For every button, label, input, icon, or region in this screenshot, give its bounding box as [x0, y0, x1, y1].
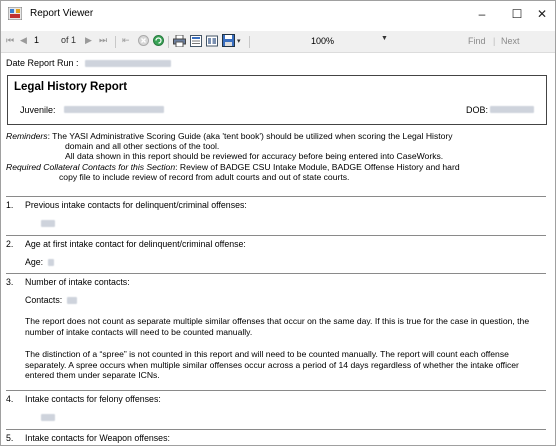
date-report-run-label: Date Report Run : — [6, 58, 79, 68]
reminders-section: Reminders: The YASI Administrative Scori… — [6, 131, 546, 182]
section-divider — [6, 273, 546, 274]
section-divider — [6, 429, 546, 430]
print-icon[interactable] — [173, 35, 186, 47]
zoom-select[interactable]: 100% — [309, 34, 389, 49]
collateral-contacts-text-1: : Review of BADGE CSU Intake Module, BAD… — [175, 161, 460, 172]
next-page-icon[interactable]: ▶ — [85, 35, 92, 46]
toolbar-divider — [115, 36, 116, 48]
print-layout-icon[interactable] — [190, 35, 202, 47]
zoom-dropdown-icon[interactable]: ▼ — [381, 35, 388, 42]
reminders-label: Reminders — [6, 131, 48, 141]
export-save-icon[interactable] — [222, 34, 235, 47]
item-question: Number of intake contacts: — [25, 277, 130, 287]
item-question: Intake contacts for felony offenses: — [25, 394, 161, 404]
redacted-date-value — [85, 60, 172, 68]
title-bar: Report Viewer – ☐ ✕ — [1, 1, 555, 27]
stop-icon[interactable] — [138, 35, 149, 46]
spree-note: The distinction of a “spree” is not coun… — [25, 349, 519, 381]
item-number: 5. — [6, 433, 14, 443]
export-dropdown-icon[interactable]: ▾ — [237, 37, 241, 45]
report-title: Legal History Report — [14, 81, 128, 93]
redacted-answer — [41, 414, 55, 421]
redacted-age — [48, 259, 54, 266]
reminders-text-1: : The YASI Administrative Scoring Guide … — [47, 131, 453, 141]
window-title: Report Viewer — [30, 8, 94, 19]
item-number: 3. — [6, 277, 14, 287]
dob-label: DOB: — [466, 105, 489, 115]
section-divider — [6, 196, 546, 197]
page-setup-icon[interactable] — [206, 35, 218, 47]
contacts-label: Contacts: — [25, 295, 63, 305]
item-question: Intake contacts for Weapon offenses: — [25, 433, 170, 443]
collateral-contacts-label: Required Collateral Contacts for this Se… — [6, 161, 176, 172]
reminders-text-3: All data shown in this report should be … — [65, 151, 444, 162]
toolbar-divider — [168, 36, 169, 48]
current-page-input[interactable]: 1 — [34, 35, 64, 45]
item-number: 4. — [6, 394, 14, 404]
collateral-contacts-text-2: copy file to include review of record fr… — [59, 171, 350, 182]
item-number: 1. — [6, 200, 14, 210]
item-question: Previous intake contacts for delinquent/… — [25, 200, 247, 210]
section-divider — [6, 235, 546, 236]
redacted-juvenile-name — [64, 106, 164, 113]
redacted-answer — [41, 220, 55, 227]
item-question: Age at first intake contact for delinque… — [25, 239, 246, 249]
date-report-run: Date Report Run : — [6, 58, 172, 68]
section-divider — [6, 390, 546, 391]
report-viewer-window: Report Viewer – ☐ ✕ ⏮ ◀ 1 of 1 ▶ ⏭ ⇤ ▾ 1… — [0, 0, 556, 446]
last-page-icon[interactable]: ⏭ — [99, 35, 107, 46]
first-page-icon[interactable]: ⏮ — [6, 35, 14, 46]
toolbar-divider — [249, 36, 250, 48]
report-toolbar: ⏮ ◀ 1 of 1 ▶ ⏭ ⇤ ▾ 100% ▼ Find | Next — [1, 31, 555, 53]
page-count-label: of 1 — [61, 35, 77, 45]
redacted-contacts — [67, 297, 77, 304]
report-page: Date Report Run : Legal History Report J… — [1, 54, 555, 445]
age-label: Age: — [25, 257, 44, 267]
juvenile-label: Juvenile: — [20, 105, 56, 115]
item-number: 2. — [6, 239, 14, 249]
report-header-box: Legal History Report Juvenile: DOB: — [7, 75, 547, 125]
back-icon[interactable]: ⇤ — [122, 35, 130, 46]
redacted-dob — [490, 106, 534, 113]
reminders-text-2: domain and all other sections of the too… — [65, 141, 220, 152]
minimize-button[interactable]: – — [465, 1, 499, 27]
find-link[interactable]: Find — [468, 36, 486, 46]
find-next-separator: | — [493, 36, 496, 46]
report-viewer-app-icon — [8, 7, 22, 20]
find-next-link[interactable]: Next — [501, 36, 520, 46]
close-button[interactable]: ✕ — [525, 1, 555, 27]
refresh-icon[interactable] — [153, 35, 164, 46]
same-day-offense-note: The report does not count as separate mu… — [25, 316, 530, 337]
previous-page-icon[interactable]: ◀ — [20, 35, 27, 46]
